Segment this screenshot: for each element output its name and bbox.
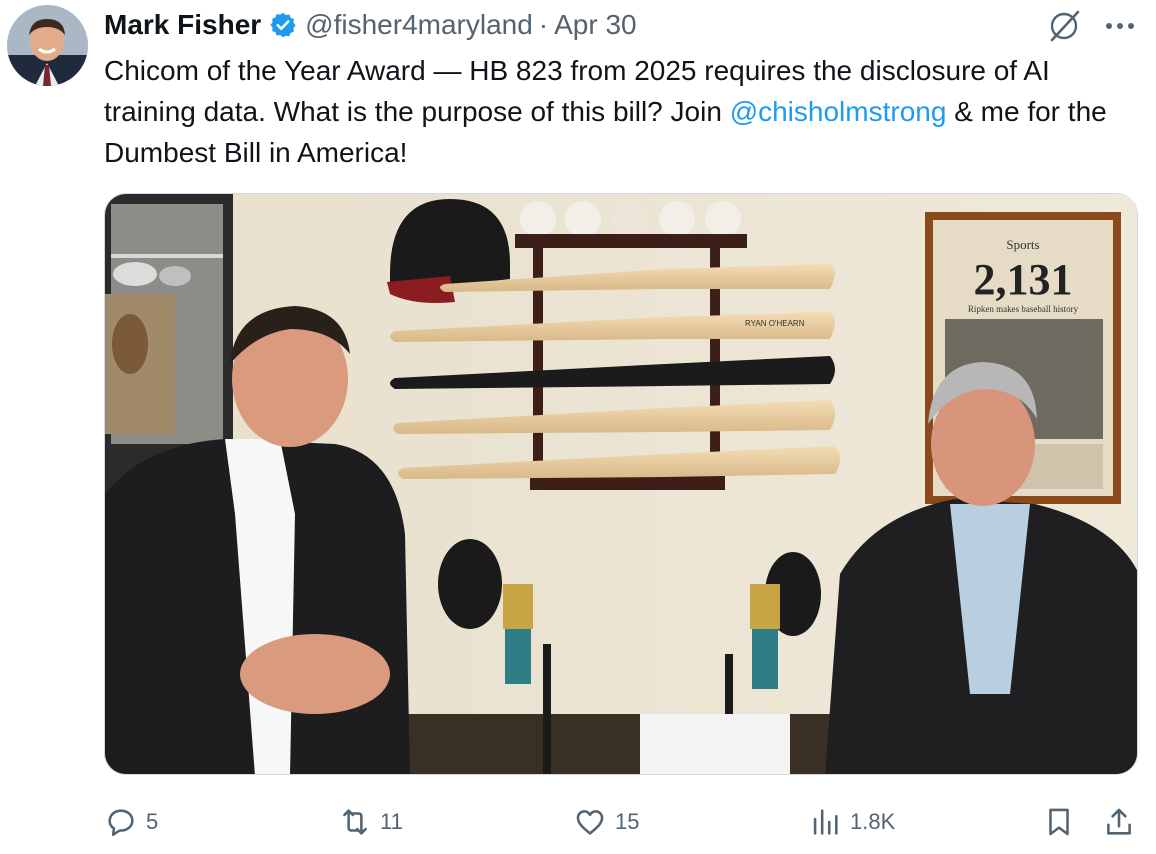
bookmark-icon bbox=[1049, 808, 1069, 836]
svg-text:2,131: 2,131 bbox=[974, 255, 1073, 304]
separator-dot: · bbox=[538, 9, 549, 40]
action-bar: 5 11 15 1.8K bbox=[0, 800, 1156, 844]
share-icon bbox=[1107, 808, 1131, 835]
tweet-header: Mark Fisher @fisher4maryland · Apr 30 bbox=[104, 5, 1046, 45]
reply-icon bbox=[108, 809, 134, 837]
like-button[interactable]: 15 bbox=[573, 800, 639, 844]
mention-link[interactable]: @chisholmstrong bbox=[730, 96, 947, 127]
views-icon bbox=[813, 809, 838, 835]
grok-icon[interactable] bbox=[1046, 8, 1082, 44]
retweet-icon bbox=[343, 809, 367, 835]
svg-text:RYAN O'HEARN: RYAN O'HEARN bbox=[745, 319, 805, 328]
retweet-count: 11 bbox=[380, 809, 403, 834]
avatar[interactable] bbox=[7, 5, 88, 86]
share-button[interactable] bbox=[1102, 800, 1136, 844]
video-media[interactable]: RYAN O'HEARN Sports 2,131 Ripken makes b… bbox=[104, 193, 1138, 775]
more-options-icon[interactable] bbox=[1100, 8, 1140, 44]
retweet-button[interactable]: 11 bbox=[338, 800, 403, 844]
tweet-date[interactable]: Apr 30 bbox=[554, 9, 637, 41]
like-count: 15 bbox=[615, 809, 640, 834]
reply-button[interactable]: 5 bbox=[104, 800, 158, 844]
like-icon bbox=[576, 810, 604, 835]
views-count: 1.8K bbox=[850, 809, 896, 834]
tweet-text: Chicom of the Year Award — HB 823 from 2… bbox=[104, 50, 1134, 173]
author-name[interactable]: Mark Fisher bbox=[104, 9, 261, 41]
reply-count: 5 bbox=[146, 809, 159, 834]
author-handle[interactable]: @fisher4maryland bbox=[305, 9, 533, 41]
views-button[interactable]: 1.8K bbox=[808, 800, 895, 844]
verified-badge-icon[interactable] bbox=[269, 11, 297, 39]
svg-text:Ripken makes baseball history: Ripken makes baseball history bbox=[968, 304, 1079, 314]
bookmark-button[interactable] bbox=[1042, 800, 1076, 844]
svg-text:Sports: Sports bbox=[1006, 237, 1039, 252]
